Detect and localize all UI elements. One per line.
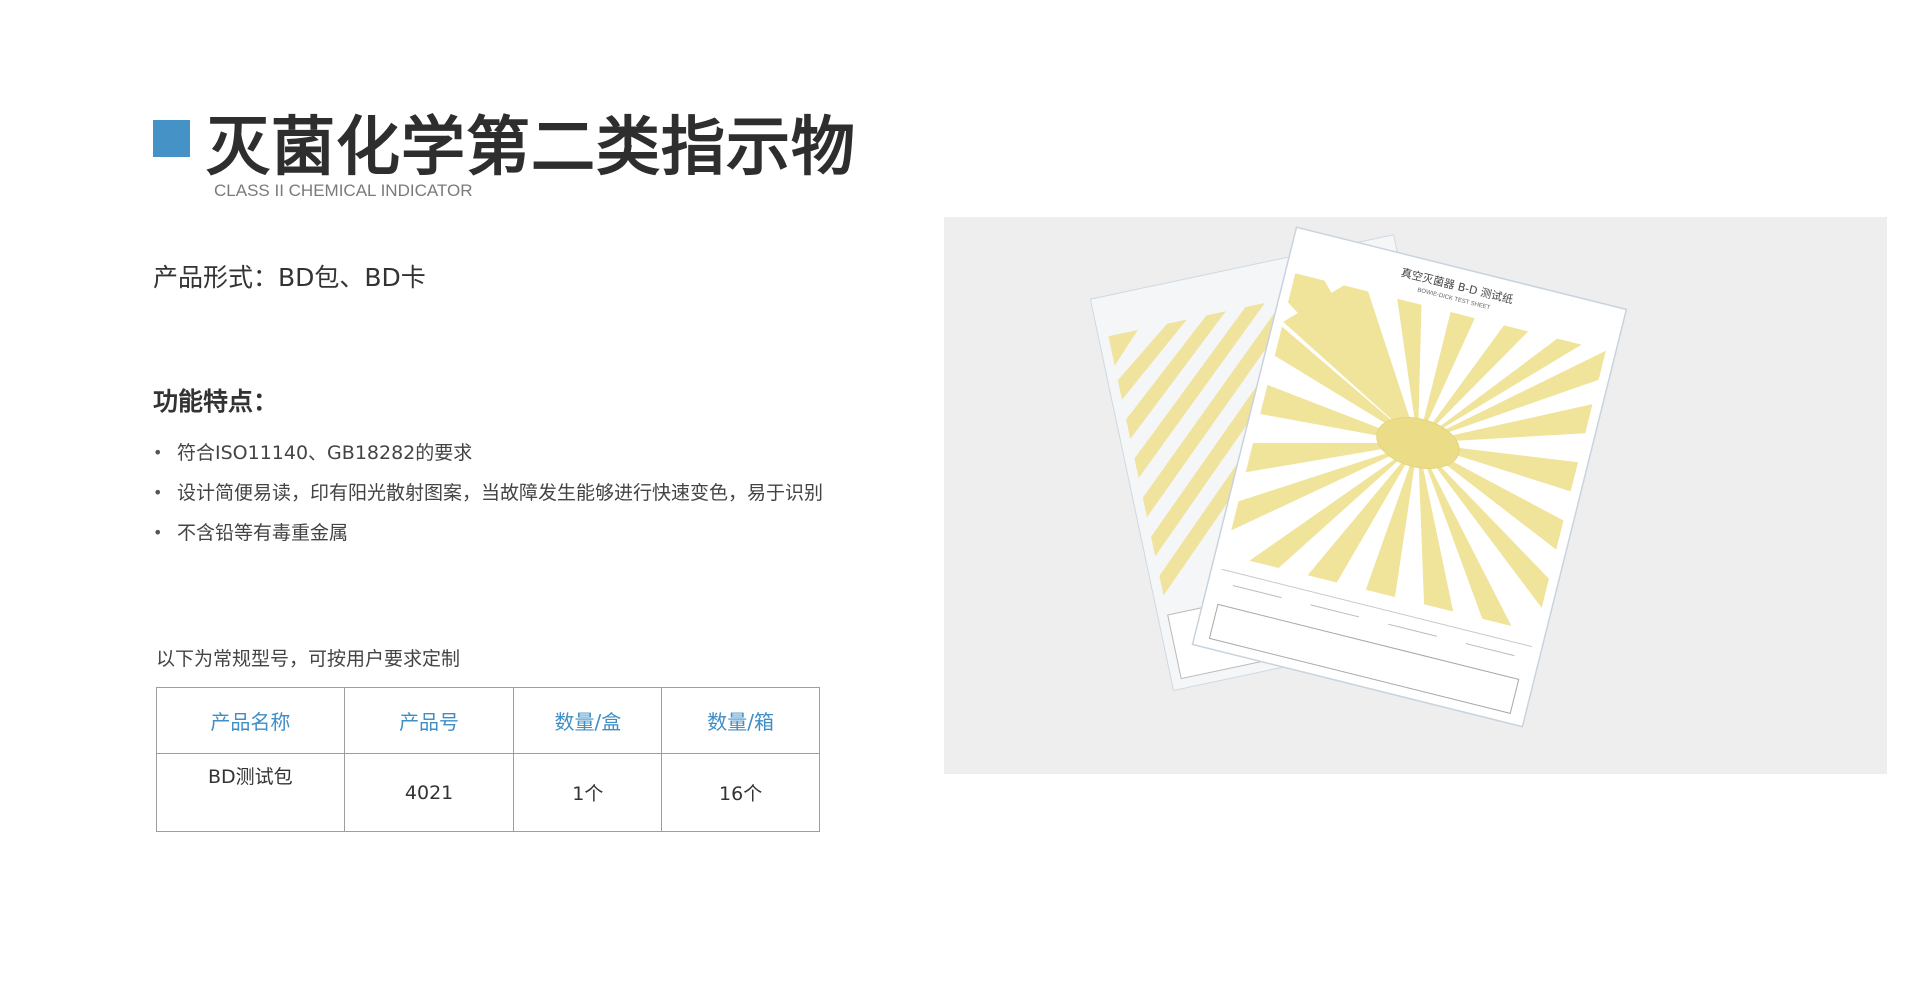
column-header-per-case: 数量/箱 <box>661 687 820 754</box>
list-item: • 不含铅等有毒重金属 <box>153 520 823 560</box>
title-accent-square <box>153 120 190 157</box>
table-row: BD测试包 4021 1个 16个 <box>156 753 820 832</box>
feature-text: 符合ISO11140、GB18282的要求 <box>177 442 473 464</box>
bullet-icon: • <box>153 523 163 542</box>
cell-product-name: BD测试包 <box>156 753 345 832</box>
page-title: 灭菌化学第二类指示物 <box>206 111 856 185</box>
spec-table: 产品名称 产品号 数量/盒 数量/箱 BD测试包 4021 1个 16个 <box>156 687 820 832</box>
product-page: 灭菌化学第二类指示物 CLASS II CHEMICAL INDICATOR 产… <box>0 0 1920 984</box>
cell-qty-per-case: 16个 <box>661 753 820 832</box>
feature-text: 不含铅等有毒重金属 <box>177 522 349 544</box>
bd-test-sheets-image: 真空灭菌器 B-D 测试纸 BOWIE-DICK TEST SHEET <box>1089 226 1628 728</box>
bullet-icon: • <box>153 483 163 502</box>
feature-text: 设计简便易读，印有阳光散射图案，当故障发生能够进行快速变色，易于识别 <box>177 482 824 504</box>
list-item: • 设计简便易读，印有阳光散射图案，当故障发生能够进行快速变色，易于识别 <box>153 480 823 520</box>
features-list: • 符合ISO11140、GB18282的要求 • 设计简便易读，印有阳光散射图… <box>153 440 823 560</box>
table-header-row: 产品名称 产品号 数量/盒 数量/箱 <box>156 687 820 754</box>
list-item: • 符合ISO11140、GB18282的要求 <box>153 440 823 480</box>
cell-qty-per-box: 1个 <box>513 753 663 832</box>
column-header-code: 产品号 <box>343 687 515 754</box>
cell-product-code: 4021 <box>343 753 515 832</box>
bullet-icon: • <box>153 443 163 462</box>
product-photo: 真空灭菌器 B-D 测试纸 BOWIE-DICK TEST SHEET <box>944 217 1887 774</box>
table-note: 以下为常规型号，可按用户要求定制 <box>156 648 461 670</box>
column-header-name: 产品名称 <box>156 687 345 754</box>
product-form: 产品形式：BD包、BD卡 <box>153 263 426 292</box>
column-header-per-box: 数量/盒 <box>513 687 663 754</box>
features-heading: 功能特点： <box>153 387 279 416</box>
page-subtitle: CLASS II CHEMICAL INDICATOR <box>214 181 473 200</box>
